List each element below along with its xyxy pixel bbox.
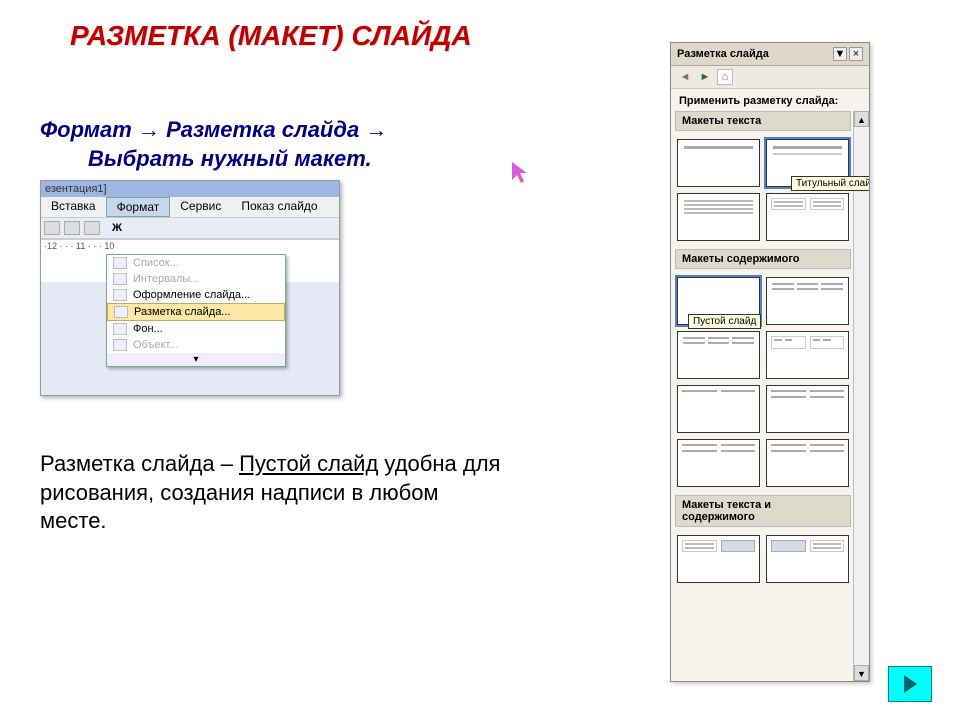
format-dropdown: Список... Интервалы... Оформление слайда… [106, 254, 286, 367]
layout-thumb-title-only[interactable] [677, 139, 760, 187]
scroll-track[interactable] [854, 127, 869, 665]
menu-item-intervals: Интервалы... [107, 271, 285, 287]
window-titlebar: езентация1] [41, 181, 339, 197]
layout-thumb-tc-2[interactable] [766, 535, 849, 583]
menu-item-background[interactable]: Фон... [107, 321, 285, 337]
arrow-icon: → [365, 117, 387, 142]
layout-thumb-content-2[interactable] [677, 331, 760, 379]
menu-service[interactable]: Сервис [170, 197, 231, 217]
toolbar-icon[interactable] [64, 221, 80, 235]
expand-icon[interactable]: ▾ [107, 353, 285, 366]
nav-forward-icon[interactable]: ► [697, 69, 713, 85]
instruction-text: Формат → Разметка слайда → Выбрать нужны… [40, 116, 520, 173]
play-icon [901, 673, 919, 695]
layout-thumb-content-5[interactable] [766, 385, 849, 433]
layout-thumb-title-slide[interactable]: Титульный слайд [766, 139, 849, 187]
menu-slideshow[interactable]: Показ слайдо [231, 197, 327, 217]
nav-back-icon[interactable]: ◄ [677, 69, 693, 85]
toolbar: Ж [41, 217, 339, 239]
section-text-content-layouts: Макеты текста и содержимого [675, 495, 851, 527]
layout-thumb-blank[interactable]: Пустой слайд [677, 277, 760, 325]
section-content-layouts: Макеты содержимого [675, 249, 851, 269]
scroll-up-icon[interactable]: ▲ [854, 111, 869, 127]
instr-layout: Разметка слайда [166, 117, 359, 142]
page-title: РАЗМЕТКА (МАКЕТ) СЛАЙДА [70, 20, 472, 52]
pane-nav: ◄ ► ⌂ [671, 66, 869, 89]
layout-thumb-tc-1[interactable] [677, 535, 760, 583]
dropdown-icon[interactable]: ▼ [833, 47, 847, 61]
toolbar-icon[interactable] [44, 221, 60, 235]
body-text-1: Разметка слайда – [40, 451, 239, 476]
pane-title: Разметка слайда [677, 48, 769, 60]
section-text-layouts: Макеты текста [675, 111, 851, 131]
instr-format: Формат [40, 117, 132, 142]
body-underline: Пустой слайд [239, 451, 378, 476]
layout-thumb-content-6[interactable] [677, 439, 760, 487]
menubar: Вставка Формат Сервис Показ слайдо [41, 197, 339, 217]
apply-layout-label: Применить разметку слайда: [671, 89, 869, 111]
menu-item-object: Объект... [107, 337, 285, 353]
next-slide-button[interactable] [888, 666, 932, 702]
layout-thumb-content[interactable] [766, 277, 849, 325]
menu-screenshot: езентация1] Вставка Формат Сервис Показ … [40, 180, 340, 396]
scroll-down-icon[interactable]: ▼ [854, 665, 869, 681]
layout-thumb-content-7[interactable] [766, 439, 849, 487]
menu-format[interactable]: Формат [106, 197, 171, 217]
layout-thumb-content-3[interactable] [766, 331, 849, 379]
layout-task-pane: Разметка слайда ▼ × ◄ ► ⌂ Применить разм… [670, 42, 870, 682]
ruler: ·12 · · · 11 · · · 10 [41, 239, 339, 252]
menu-item-list: Список... [107, 255, 285, 271]
layout-thumb-two-column[interactable] [766, 193, 849, 241]
layout-thumb-bullets[interactable] [677, 193, 760, 241]
menu-item-layout[interactable]: Разметка слайда... [107, 303, 285, 321]
tooltip-blank-slide: Пустой слайд [688, 314, 761, 329]
instr-choose: Выбрать нужный макет. [40, 145, 520, 174]
menu-item-design[interactable]: Оформление слайда... [107, 287, 285, 303]
pane-header: Разметка слайда ▼ × [671, 43, 869, 66]
cursor-icon [510, 160, 530, 190]
close-icon[interactable]: × [849, 47, 863, 61]
tooltip-title-slide: Титульный слайд [791, 176, 869, 191]
arrow-icon: → [138, 117, 160, 142]
menu-insert[interactable]: Вставка [41, 197, 106, 217]
body-paragraph: Разметка слайда – Пустой слайд удобна дл… [40, 450, 510, 536]
nav-home-icon[interactable]: ⌂ [717, 69, 733, 85]
scrollbar[interactable]: ▲ ▼ [853, 111, 869, 681]
toolbar-icon[interactable] [84, 221, 100, 235]
layout-thumb-content-4[interactable] [677, 385, 760, 433]
bold-button[interactable]: Ж [112, 222, 122, 234]
